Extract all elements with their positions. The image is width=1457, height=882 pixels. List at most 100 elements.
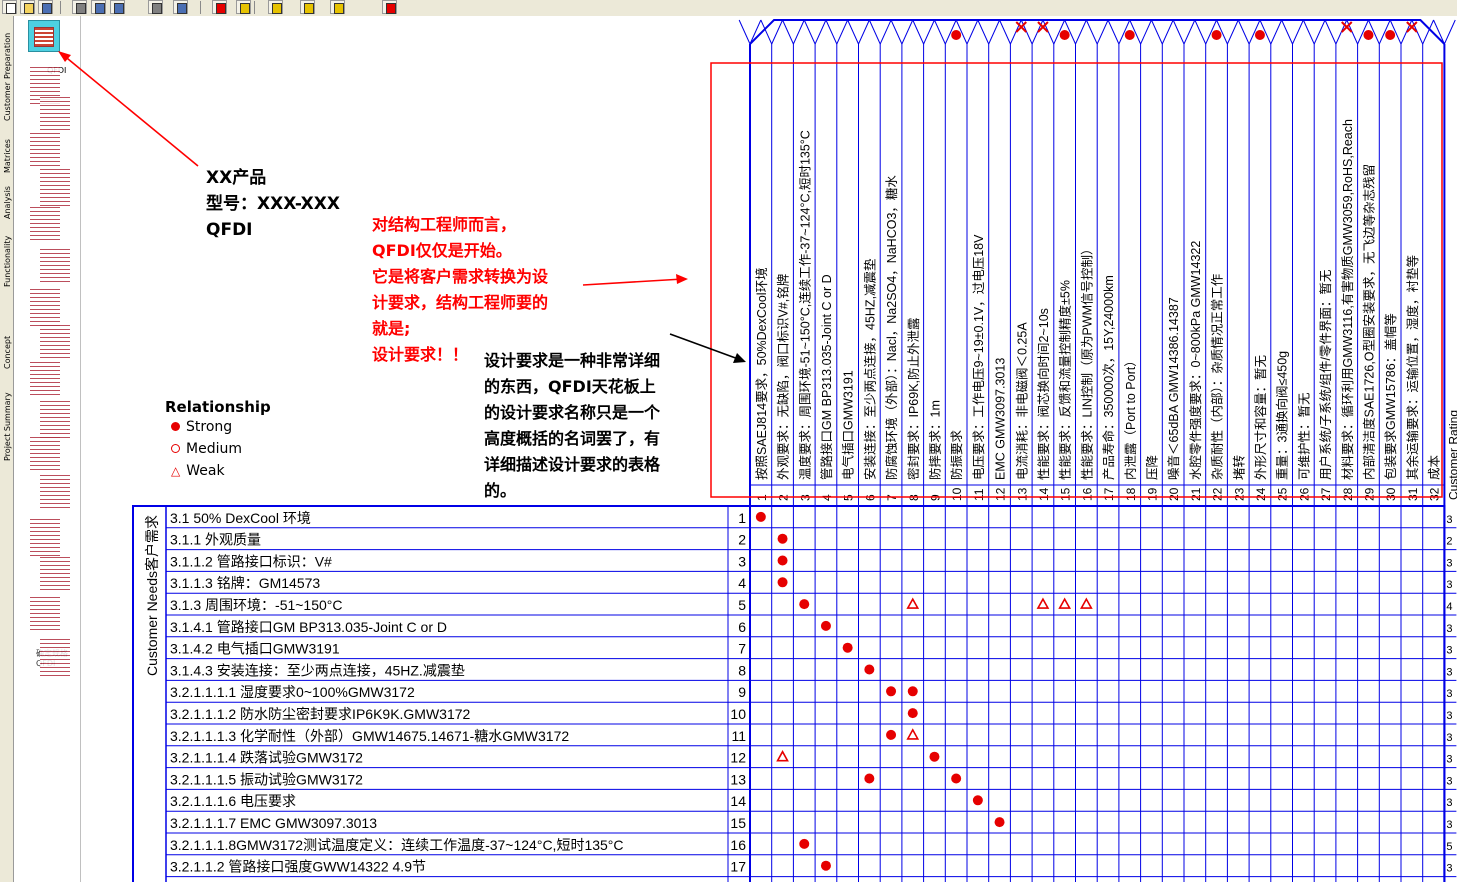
customer-need-row: 3.2.1.1.1.4 跌落试验GMW3172 12 3 [170,750,1453,766]
customer-need-text: 3.2.1.1.1.3 化学耐性（外部）GMW14675.14671-糖水GMW… [170,728,569,744]
design-requirement-num: 32 [1428,487,1442,501]
roof-line [1194,19,1207,45]
customer-need-num: 3 [738,553,746,569]
design-requirement-name: 防腐蚀环境（外部）：Nacl，Na2SO4，NaHCO3，糖水 [884,175,899,480]
customer-need-text: 3.1.3 周围环境：-51~150°C [170,597,343,613]
roof-line [1183,19,1196,45]
design-requirement-name: 水腔零件强度要求：0~800kPa GMW14322 [1188,241,1203,480]
customer-need-num: 13 [730,771,746,787]
design-requirement-header: 9防摔要求：1m [927,400,942,501]
customer-need-row: 3.1.3 周围环境：-51~150°C 5 4 [170,597,1453,613]
design-requirement-header: 12 EMC GMW3097.3013 [994,358,1008,501]
weak-relationship-mark [906,597,920,609]
customer-need-num: 2 [738,532,746,548]
customer-need-text: 3.2.1.1.1.6 电压要求 [170,793,296,809]
design-requirement-name: 用户系统/子系统/组件/零件界面：暂无 [1318,270,1333,480]
roof-line [1009,19,1022,45]
customer-need-row: 3.2.1.1.2 管路接口强度GWW14322 4.9节 17 3 [170,859,1453,875]
roof-line [1335,19,1348,45]
roof-strong-mark [951,30,962,40]
customer-need-row: 3.2.1.1.1.1 湿度要求0~100%GMW3172 9 3 [170,684,1453,700]
design-requirement-header: 32 成本 [1428,454,1442,501]
medium-circle-icon [171,444,180,453]
legend-weak-label: Weak [186,463,225,479]
legend-weak: △ Weak [165,463,271,485]
design-requirement-name: EMC GMW3097.3013 [994,358,1008,480]
design-requirement-name: 成本 [1428,454,1442,480]
design-requirement-num: 16 [1080,487,1094,501]
customer-need-rating: 3 [1446,623,1452,635]
design-requirement-name: 性能要求：LIN控制（原为PWM信号控制） [1080,242,1094,480]
strong-dot-icon [171,422,180,431]
customer-need-row: 3.2.1.1.1.8GMW3172测试温度定义：连续工作温度-37~124°C… [170,837,1453,853]
customer-need-num: 14 [730,793,746,809]
red-note-line: 它是将客户需求转换为设 [372,267,549,286]
design-requirement-num: 18 [1124,487,1138,501]
legend-strong: Strong [165,419,271,441]
customer-need-row: 3.1.4.1 管路接口GM BP313.035-Joint C or D 6 3 [170,619,1453,635]
roof-line [1411,19,1424,45]
customer-need-rating: 2 [1446,536,1452,548]
design-requirement-header: 1按照SAEJ814要求，50%DexCool环境 [754,267,769,501]
design-requirement-num: 11 [972,488,986,501]
design-requirement-header: 21 水腔零件强度要求：0~800kPa GMW14322 [1188,241,1203,501]
roof-line [1161,19,1174,45]
strong-relationship-mark [951,773,962,784]
design-requirement-num: 17 [1102,487,1116,501]
customer-need-row: 3.2.1.1.1.2 防水防尘密封要求IP6K9K.GMW3172 10 3 [170,706,1453,722]
customer-need-rating: 3 [1446,754,1452,766]
design-requirement-header: 30 包装要求GMW15786：盖帽等 [1383,313,1398,501]
design-requirement-num: 19 [1145,487,1159,501]
customer-need-num: 15 [730,815,746,831]
strong-relationship-mark [994,817,1005,828]
customer-need-text: 3.1.4.2 电气插口GMW3191 [170,641,340,657]
design-requirement-num: 27 [1319,487,1333,501]
customer-need-text: 3.2.1.1.1.8GMW3172测试温度定义：连续工作温度-37~124°C… [170,837,624,853]
roof-line [792,19,805,45]
design-requirement-num: 14 [1037,487,1051,501]
customer-needs-vertical-label: Customer Needs客户需求 [144,515,160,676]
roof-line [738,19,751,45]
customer-need-text: 3.2.1.1.2 管路接口强度GWW14322 4.9节 [170,859,426,875]
strong-relationship-mark [820,620,831,631]
design-requirement-name: 重量：3通换向阀≤450g [1275,351,1290,480]
black-note-line: 详细描述设计要求的表格 [484,455,661,474]
design-requirement-name: 噪音＜65dBA GMW14386.14387 [1166,297,1181,480]
design-requirement-header: 11 电压要求：工作电压9~19±0.1V，过电压18V [972,234,986,501]
design-requirement-num: 30 [1384,487,1398,501]
customer-need-rating: 3 [1446,579,1452,591]
weak-relationship-mark [1058,597,1072,609]
design-requirement-num: 29 [1362,487,1376,501]
customer-need-num: 17 [730,859,746,875]
product-line: QFDI [206,220,253,240]
customer-need-text: 3.2.1.1.1.4 跌落试验GMW3172 [170,750,363,766]
design-requirement-header: 14 性能要求：阀芯换向时间2~10s [1036,308,1051,501]
roof-line [1346,19,1359,45]
design-requirement-header: 19 压降 [1145,454,1159,501]
weak-relationship-mark [1079,597,1093,609]
customer-need-rating: 3 [1446,666,1452,678]
customer-need-text: 3.2.1.1.1.5 振动试验GMW3172 [170,771,363,787]
customer-need-num: 4 [738,575,746,591]
product-line: XX产品 [206,168,267,188]
design-requirement-name: 产品寿命：350000次，15Y,24000km [1101,275,1116,480]
strong-relationship-mark [777,533,788,544]
design-requirement-num: 26 [1297,487,1311,501]
design-requirement-header: 13 电流消耗：非电磁阀＜0.25A [1014,322,1029,501]
customer-need-row: 3.1.1.2 管路接口标识：V# 3 3 [170,553,1453,569]
roof-strong-mark [1254,30,1265,40]
legend-medium-label: Medium [186,441,242,457]
customer-need-text: 3.1.4.3 安装连接：至少两点连接，45HZ.减震垫 [170,662,465,678]
strong-relationship-mark [820,860,831,871]
design-requirement-header: 16 性能要求：LIN控制（原为PWM信号控制） [1080,242,1094,501]
roof-line [1292,19,1304,45]
red-arrow-line [582,278,684,286]
customer-need-row: 3.2.1.1.1.6 电压要求 14 3 [170,793,1453,809]
relationship-legend: Relationship Strong Medium △ Weak [165,398,271,485]
customer-need-num: 7 [738,641,746,657]
roof-strong-mark [1385,30,1396,40]
customer-need-row: 3.2.1.1.1.3 化学耐性（外部）GMW14675.14671-糖水GMW… [170,728,1453,744]
strong-relationship-mark [777,555,788,566]
roof-line [966,19,979,45]
customer-need-row: 3.1.1.3 铭牌：GM14573 4 3 [170,575,1453,591]
